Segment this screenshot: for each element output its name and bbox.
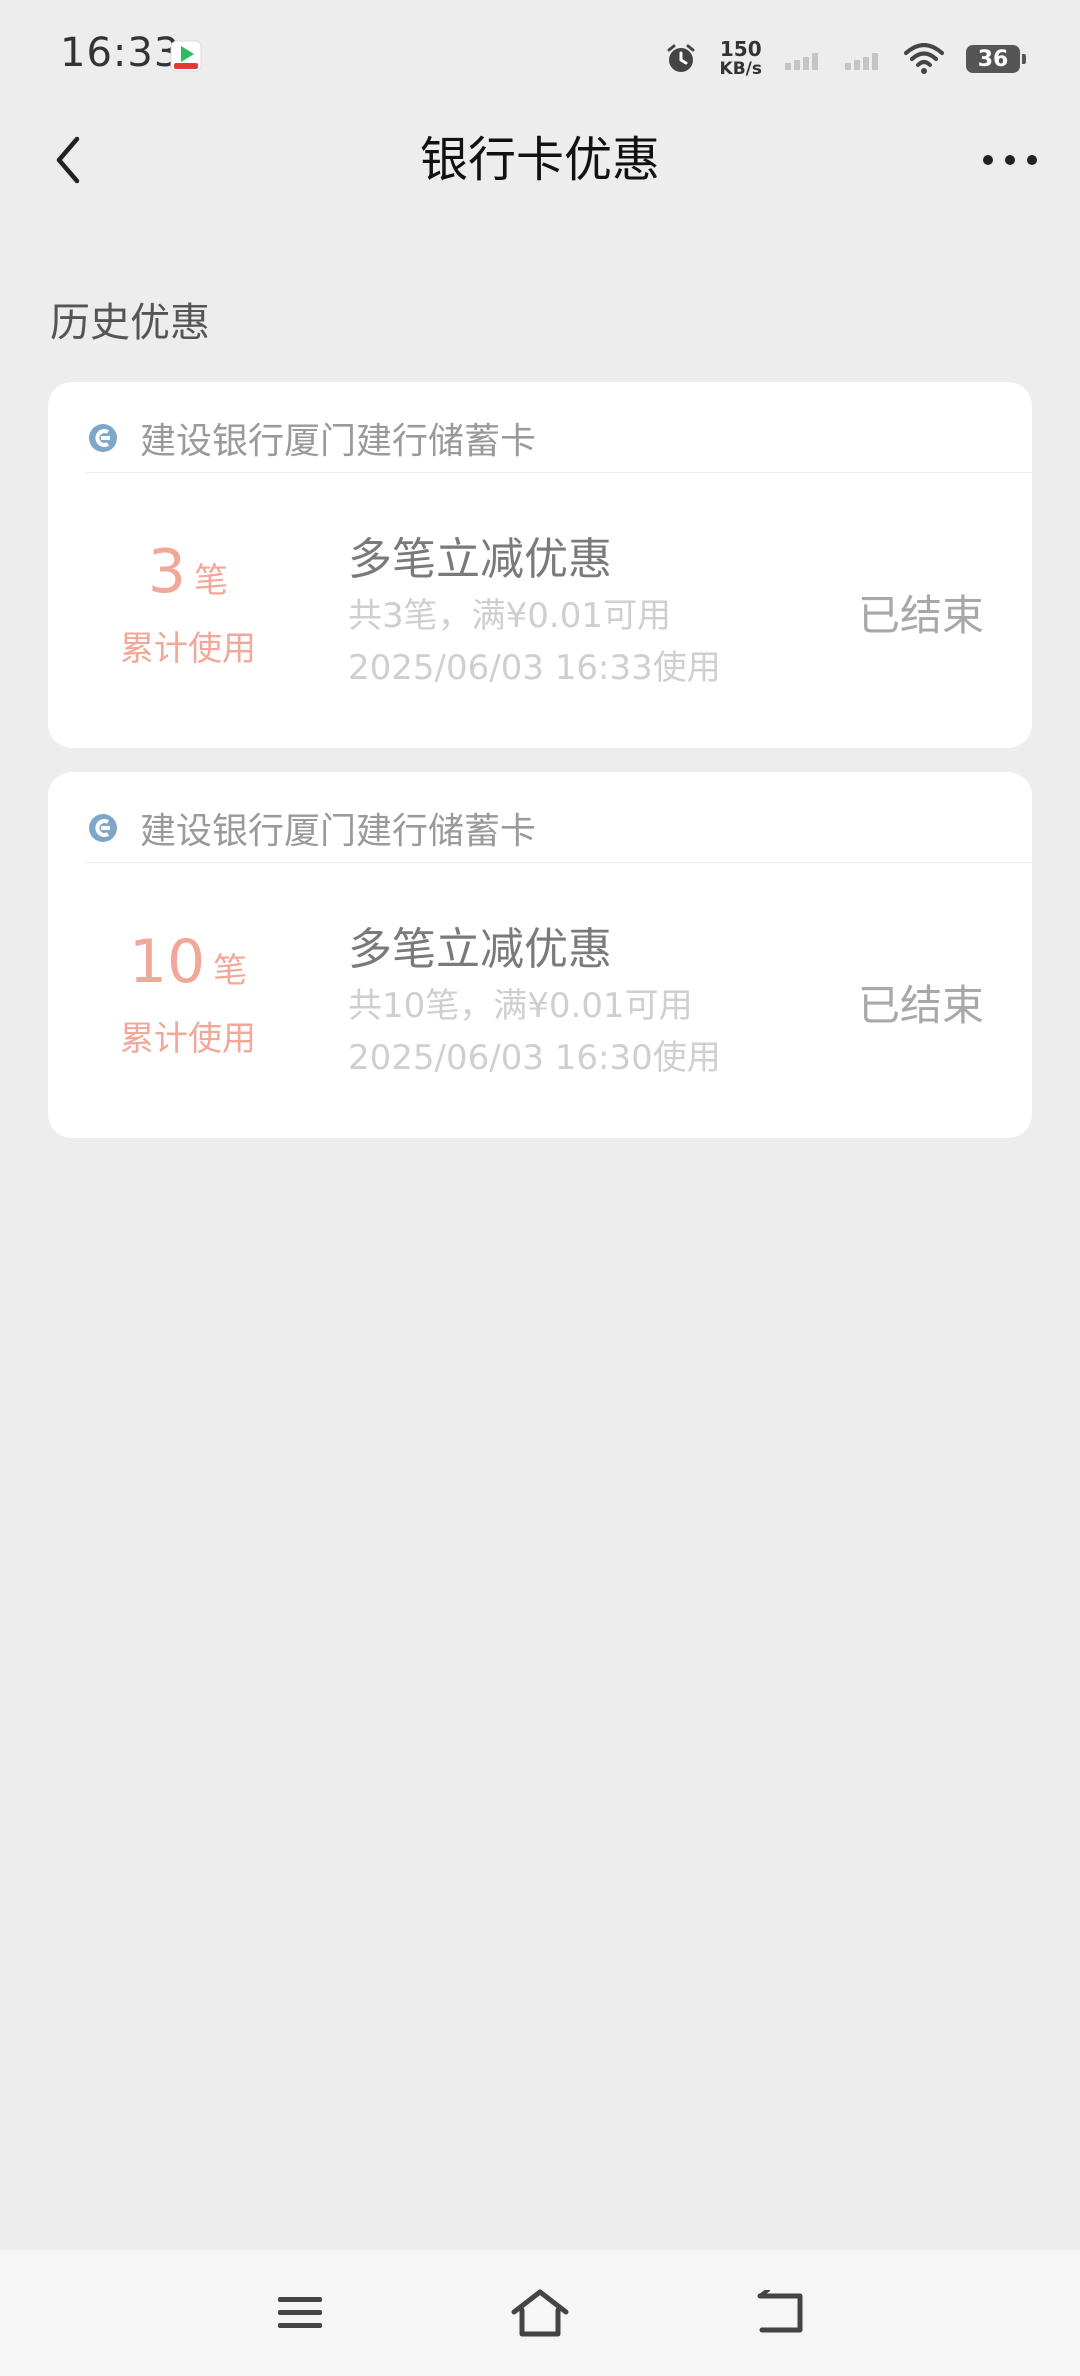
return-icon [757, 2290, 803, 2333]
count-number: 3 [147, 537, 187, 607]
divider [86, 472, 1032, 473]
alarm-icon [667, 44, 695, 72]
speed-unit: KB/s [719, 59, 762, 79]
ccb-bank-icon [89, 814, 117, 842]
offer-description: 共3笔，满¥0.01可用 [348, 596, 671, 636]
count-unit: 笔 [213, 951, 248, 991]
signal-icon-sim1 [785, 53, 818, 70]
system-nav-bar [0, 2250, 1080, 2376]
status-label: 已结束 [857, 591, 984, 640]
count-number: 10 [128, 927, 206, 997]
home-button[interactable] [505, 2278, 575, 2348]
menu-icon [278, 2297, 322, 2328]
offer-info: 多笔立减优惠 共3笔，满¥0.01可用 2025/06/03 16:33使用 [348, 530, 721, 694]
signal-icon-sim2 [845, 53, 878, 70]
bank-name: 建设银行厦门建行储蓄卡 [140, 421, 537, 462]
bank-name: 建设银行厦门建行储蓄卡 [140, 811, 537, 852]
more-dots-icon [983, 155, 1037, 165]
offer-card[interactable]: 建设银行厦门建行储蓄卡 10 笔 累计使用 多笔立减优惠 共10笔，满¥0.01可… [48, 772, 1032, 1138]
app-notification-icon [170, 40, 202, 72]
status-label: 已结束 [857, 981, 984, 1030]
usage-count: 10 笔 累计使用 [108, 932, 268, 1060]
nav-bar: 银行卡优惠 [0, 116, 1080, 206]
count-label: 累计使用 [120, 1019, 256, 1059]
offer-time: 2025/06/03 16:30使用 [348, 1038, 721, 1078]
battery-indicator: 36 [966, 45, 1026, 73]
more-options-button[interactable] [980, 138, 1040, 182]
wifi-icon [904, 43, 944, 74]
usage-count: 3笔 累计使用 [108, 542, 268, 670]
ccb-bank-icon [89, 424, 117, 452]
offer-card[interactable]: 建设银行厦门建行储蓄卡 3笔 累计使用 多笔立减优惠 共3笔，满¥0.01可用 … [48, 382, 1032, 748]
offer-title: 多笔立减优惠 [348, 924, 612, 975]
status-time: 16:33 [60, 30, 181, 76]
card-header: 建设银行厦门建行储蓄卡 [88, 798, 1032, 858]
status-icons: 150 KB/s 36 [664, 34, 1026, 84]
offer-time: 2025/06/03 16:33使用 [348, 648, 721, 688]
screen: 16:33 150 KB/s 36 银行卡优惠 历史优惠 建设银行厦门建行储蓄卡… [0, 0, 1080, 2376]
home-icon [511, 2289, 569, 2337]
section-title: 历史优惠 [50, 300, 210, 346]
count-label: 累计使用 [120, 629, 256, 669]
count-unit: 笔 [194, 561, 229, 601]
offer-description: 共10笔，满¥0.01可用 [348, 986, 693, 1026]
network-speed: 150 KB/s [720, 39, 762, 79]
divider [86, 862, 1032, 863]
offer-title: 多笔立减优惠 [348, 534, 612, 585]
back-system-button[interactable] [745, 2278, 815, 2348]
page-title: 银行卡优惠 [419, 132, 660, 188]
card-header: 建设银行厦门建行储蓄卡 [88, 408, 1032, 468]
status-bar: 16:33 150 KB/s 36 [0, 0, 1080, 116]
offer-info: 多笔立减优惠 共10笔，满¥0.01可用 2025/06/03 16:30使用 [348, 920, 721, 1084]
speed-value: 150 [719, 37, 762, 61]
recent-apps-button[interactable] [265, 2278, 335, 2348]
